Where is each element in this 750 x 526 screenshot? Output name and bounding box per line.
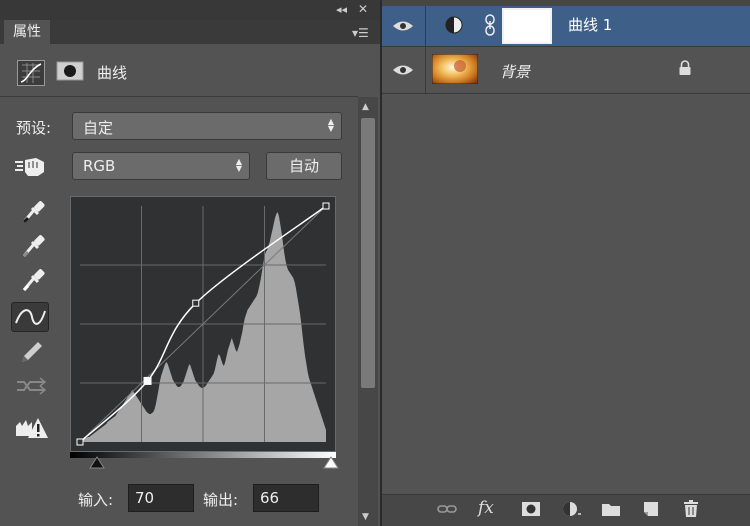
divider [382,93,750,94]
visibility-eye-icon[interactable] [392,63,414,77]
new-adjustment-icon[interactable] [560,500,582,518]
divider [425,6,426,94]
visibility-eye-icon[interactable] [392,19,414,33]
eyedropper-gray-icon[interactable] [14,232,50,260]
curve-control-point[interactable] [143,376,152,385]
clipping-warning-icon[interactable] [14,414,50,442]
smooth-icon[interactable] [14,372,50,400]
add-mask-icon[interactable] [520,500,542,518]
auto-button[interactable]: 自动 [266,152,342,180]
adjustment-title: 曲线 [97,64,128,82]
link-layers-icon[interactable] [436,500,458,518]
fx-icon[interactable]: fx [478,498,494,518]
layer-mask-icon[interactable] [56,60,84,82]
close-panel-icon[interactable]: ✕ [358,2,368,16]
channel-value: RGB [83,157,116,175]
background-layer-thumbnail[interactable] [432,54,478,84]
scroll-thumb[interactable] [361,118,375,388]
scroll-up-icon[interactable]: ▲ [362,102,369,112]
divider [0,96,358,97]
tab-properties[interactable]: 属性 [4,20,50,44]
curve-control-point[interactable] [192,299,200,307]
lock-icon[interactable] [678,60,692,76]
preset-label: 预设: [16,119,52,137]
select-arrows-icon: ▲ ▼ [235,157,242,173]
delete-layer-icon[interactable] [680,500,702,518]
new-group-icon[interactable] [600,500,622,518]
panel-title-bar [0,0,380,20]
eyedropper-black-icon[interactable] [14,198,50,226]
preset-value: 自定 [83,119,114,137]
input-field[interactable]: 70 [128,484,194,512]
black-point-slider[interactable] [88,456,106,470]
input-gradient-bar [70,452,336,458]
curve-edit-icon[interactable] [11,302,49,332]
curve-control-point[interactable] [322,202,330,210]
scroll-down-icon[interactable]: ▼ [362,512,369,522]
collapse-panel-icon[interactable]: ◂◂ [336,3,347,16]
new-layer-icon[interactable] [640,500,662,518]
layer-mask-thumbnail[interactable] [502,8,552,44]
layer-name[interactable]: 曲线 1 [568,14,612,35]
panel-menu-icon[interactable]: ▾☰ [352,26,369,40]
input-label: 输入: [78,491,114,509]
curves-adjustment-icon[interactable] [17,60,45,86]
hand-target-icon[interactable] [14,154,48,180]
curves-graph[interactable] [70,196,336,452]
tab-row [0,20,380,44]
adjustment-layer-icon [445,16,463,34]
pencil-icon[interactable] [14,338,50,366]
layer-name[interactable]: 背景 [500,61,530,82]
layer-row-curves[interactable] [382,6,750,46]
output-label: 输出: [203,491,239,509]
link-icon[interactable] [484,13,496,37]
channel-select[interactable]: RGB ▲ ▼ [72,152,250,180]
output-field[interactable]: 66 [253,484,319,512]
eyedropper-white-icon[interactable] [14,266,50,294]
preset-select[interactable]: 自定 ▲ ▼ [72,112,342,140]
white-point-slider[interactable] [322,456,340,470]
divider [382,46,750,47]
curve-control-point[interactable] [76,438,84,446]
select-arrows-icon: ▲ ▼ [327,117,334,133]
